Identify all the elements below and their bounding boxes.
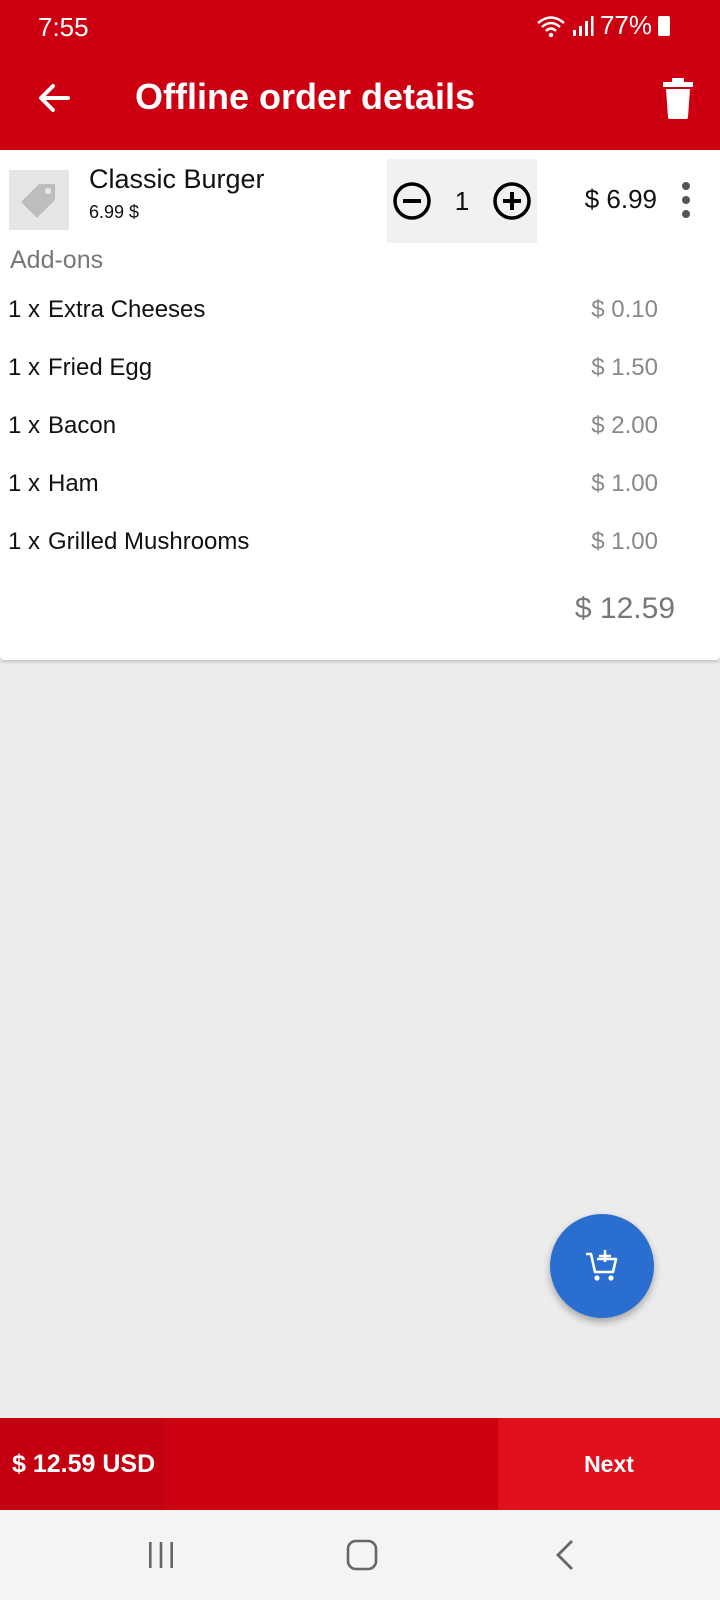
order-total-label: $ 12.59 USD <box>12 1450 156 1478</box>
order-item-total: $ 12.59 <box>574 592 675 625</box>
addon-row: 1 x Fried Egg $ 1.50 <box>8 350 658 386</box>
addon-qty: 1 x <box>8 470 41 497</box>
order-card: Classic Burger 6.99 $ 1 $ 6.99 Add-ons 1… <box>0 150 720 660</box>
addon-row: 1 x Grilled Mushrooms $ 1.00 <box>8 524 658 560</box>
decrease-quantity-button[interactable] <box>391 180 433 222</box>
tag-icon <box>21 184 55 218</box>
screen: 7:55 77% Offline order details Classic B… <box>0 0 720 1600</box>
recent-apps-icon <box>149 1542 173 1568</box>
system-nav-bar <box>0 1510 720 1600</box>
addon-qty: 1 x <box>8 412 41 439</box>
addon-price: $ 1.50 <box>591 354 658 381</box>
plus-circle-icon <box>493 182 531 220</box>
next-button[interactable]: Next <box>498 1418 720 1510</box>
addon-qty: 1 x <box>8 354 41 381</box>
addon-name: Grilled Mushrooms <box>48 528 250 555</box>
addon-row: 1 x Bacon $ 2.00 <box>8 408 658 444</box>
status-time: 7:55 <box>38 12 89 42</box>
addons-heading: Add-ons <box>10 246 104 274</box>
status-icons: 77% <box>536 10 670 41</box>
line-price: $ 6.99 <box>584 184 657 214</box>
arrow-left-icon <box>39 84 70 112</box>
recent-apps-button[interactable] <box>131 1530 191 1580</box>
addon-price: $ 1.00 <box>591 470 658 497</box>
addon-qty: 1 x <box>8 296 41 323</box>
addon-price: $ 2.00 <box>591 412 658 439</box>
addon-name: Ham <box>48 470 99 497</box>
quantity-stepper: 1 <box>387 159 537 243</box>
add-to-cart-button[interactable] <box>550 1214 654 1318</box>
more-vertical-icon <box>682 182 690 190</box>
home-icon <box>346 1539 378 1571</box>
top-bar: 7:55 77% Offline order details <box>0 0 720 150</box>
home-button[interactable] <box>332 1530 392 1580</box>
back-button[interactable] <box>34 78 74 118</box>
battery-percent: 77% <box>599 10 652 40</box>
product-thumbnail <box>9 170 69 230</box>
quantity-value: 1 <box>454 185 470 216</box>
addon-name: Fried Egg <box>48 354 153 381</box>
system-back-button[interactable] <box>535 1530 595 1580</box>
addon-row: 1 x Extra Cheeses $ 0.10 <box>8 292 658 328</box>
addon-name: Bacon <box>48 412 117 439</box>
addon-price: $ 1.00 <box>591 528 658 555</box>
more-options-button[interactable] <box>674 178 698 222</box>
trash-icon <box>663 78 693 119</box>
addon-price: $ 0.10 <box>591 296 658 323</box>
product-name: Classic Burger <box>89 164 265 194</box>
chevron-left-icon <box>556 1540 573 1570</box>
delete-button[interactable] <box>658 76 698 120</box>
add-shopping-cart-icon <box>586 1250 618 1281</box>
bottom-action-bar: $ 12.59 USD Next <box>0 1418 720 1510</box>
increase-quantity-button[interactable] <box>491 180 533 222</box>
addon-row: 1 x Ham $ 1.00 <box>8 466 658 502</box>
addon-name: Extra Cheeses <box>48 296 206 323</box>
wifi-icon <box>537 15 565 37</box>
minus-circle-icon <box>393 182 431 220</box>
battery-icon <box>658 15 670 36</box>
page-title: Offline order details <box>135 76 476 117</box>
signal-icon <box>572 15 594 36</box>
product-unit-price: 6.99 $ <box>89 202 140 222</box>
addon-qty: 1 x <box>8 528 41 555</box>
